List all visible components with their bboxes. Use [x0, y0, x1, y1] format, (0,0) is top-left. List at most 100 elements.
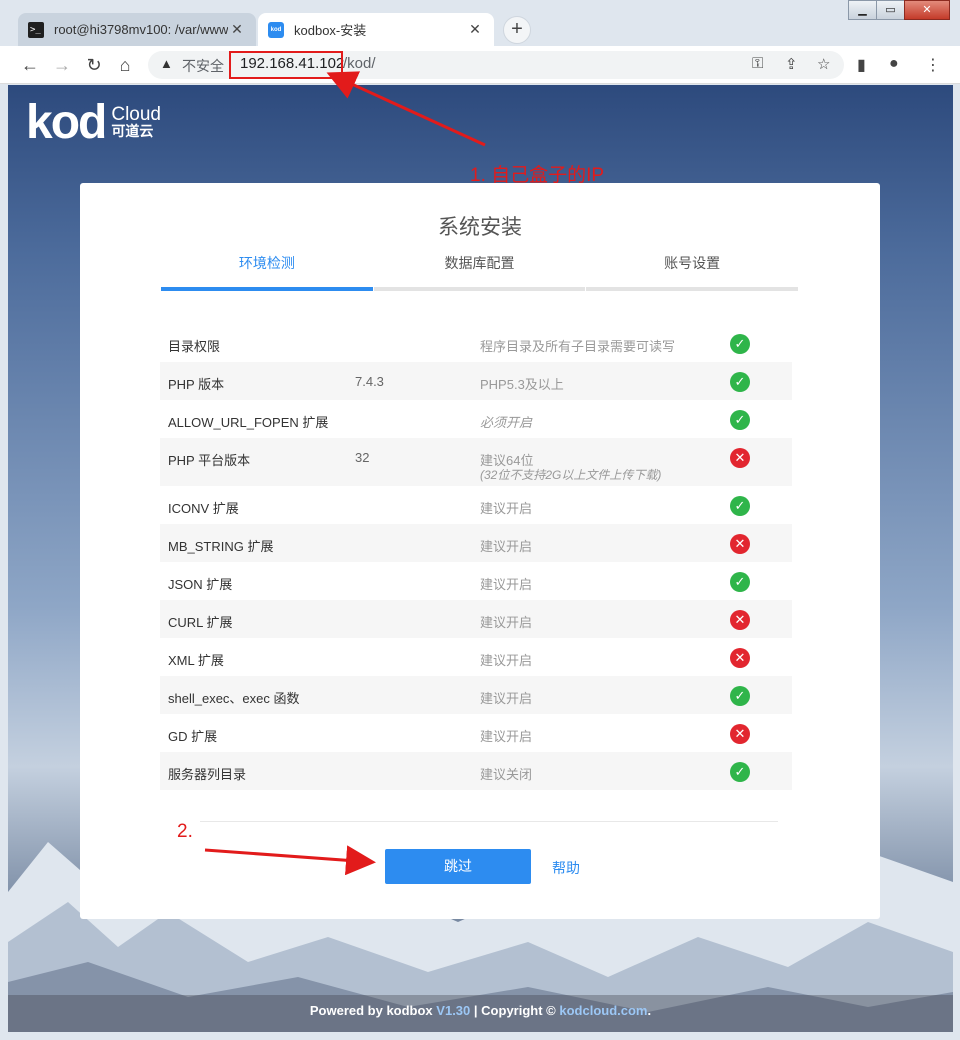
check-fail-icon: ✕ [730, 724, 750, 744]
check-name: 目录权限 [168, 339, 221, 354]
forward-arrow-icon[interactable]: → [51, 54, 73, 76]
tab-terminal[interactable]: >_ root@hi3798mv100: /var/www ✕ [18, 13, 256, 46]
check-fail-icon: ✕ [730, 610, 750, 630]
menu-kebab-icon[interactable]: ⋮ [925, 55, 941, 75]
check-name: XML 扩展 [168, 653, 224, 668]
check-requirement: 建议开启 [480, 691, 533, 706]
logo-brand: kod [26, 96, 107, 149]
check-fail-icon: ✕ [730, 448, 750, 468]
check-ok-icon: ✓ [730, 572, 750, 592]
check-ok-icon: ✓ [730, 410, 750, 430]
security-label[interactable]: 不安全 [182, 56, 224, 76]
footer-powered: Powered by kodbox [309, 1003, 433, 1018]
install-steps: 环境检测 数据库配置 账号设置 [161, 253, 799, 291]
check-name: shell_exec、exec 函数 [168, 691, 300, 706]
footer-separator: | [473, 1003, 478, 1018]
check-requirement: 建议开启 [480, 729, 533, 744]
tab-kodbox-install[interactable]: kod kodbox-安装 ✕ [258, 13, 494, 46]
install-card: 系统安装 环境检测 数据库配置 账号设置 目录权限 程序目录及所有子目录需要可读写… [80, 183, 880, 919]
check-row: PHP 平台版本 32 建议64位 (32位不支持2G以上文件上传下载) ✕ [160, 438, 792, 486]
back-arrow-icon[interactable]: ← [19, 54, 41, 76]
close-window-button[interactable]: ✕ [904, 0, 950, 20]
close-tab-icon[interactable]: ✕ [466, 21, 484, 38]
check-row: PHP 版本 7.4.3 PHP5.3及以上 ✓ [160, 362, 792, 400]
check-row: MB_STRING 扩展 建议开启 ✕ [160, 524, 792, 562]
kodbox-favicon-icon: kod [268, 21, 284, 38]
check-note: (32位不支持2G以上文件上传下载) [480, 468, 662, 482]
divider [200, 821, 778, 822]
check-name: CURL 扩展 [168, 615, 233, 630]
check-ok-icon: ✓ [730, 496, 750, 516]
check-requirement: 建议开启 [480, 577, 533, 592]
terminal-icon: >_ [28, 21, 44, 38]
annotation-note-2: 2. [177, 821, 193, 842]
check-requirement: 建议开启 [480, 653, 533, 668]
check-requirement: PHP5.3及以上 [480, 377, 564, 392]
check-requirement: 建议开启 [480, 539, 533, 554]
annotation-note-1: 1. 自己盒子的IP [470, 165, 605, 186]
check-name: ALLOW_URL_FOPEN 扩展 [168, 415, 329, 430]
footer-version[interactable]: V1.30 [436, 1003, 470, 1018]
footer-end: . [647, 1003, 652, 1018]
check-row: shell_exec、exec 函数 建议开启 ✓ [160, 676, 792, 714]
close-tab-icon[interactable]: ✕ [228, 21, 246, 38]
check-name: PHP 平台版本 [168, 453, 251, 468]
logo-cloud: Cloud [111, 104, 161, 125]
warning-triangle-icon[interactable]: ▲ [160, 56, 173, 71]
browser-titlebar: >_ root@hi3798mv100: /var/www ✕ kod kodb… [0, 0, 960, 46]
bookmark-star-icon[interactable]: ☆ [817, 55, 830, 73]
step-account-settings[interactable]: 账号设置 [586, 253, 799, 291]
footer-copyright: Copyright © [481, 1003, 556, 1018]
check-name: PHP 版本 [168, 377, 225, 392]
annotation-ip-highlight [229, 51, 343, 79]
check-name: MB_STRING 扩展 [168, 539, 274, 554]
step-environment-check[interactable]: 环境检测 [161, 253, 373, 291]
page-title: 系统安装 [438, 216, 522, 239]
logo-cn: 可道云 [111, 123, 154, 139]
check-requirement: 建议开启 [480, 615, 533, 630]
page-footer: Powered by kodbox V1.30 | Copyright © ko… [8, 995, 953, 1032]
check-ok-icon: ✓ [730, 686, 750, 706]
share-icon[interactable]: ⇪ [785, 55, 798, 73]
check-value: 32 [355, 450, 370, 465]
check-row: 服务器列目录 建议关闭 ✓ [160, 752, 792, 790]
check-ok-icon: ✓ [730, 372, 750, 392]
check-fail-icon: ✕ [730, 534, 750, 554]
environment-check-list: 目录权限 程序目录及所有子目录需要可读写 ✓ PHP 版本 7.4.3 PHP5.3及以上… [160, 324, 792, 790]
check-row: ICONV 扩展 建议开启 ✓ [160, 486, 792, 524]
check-row: GD 扩展 建议开启 ✕ [160, 714, 792, 752]
tab-title: kodbox-安装 [294, 23, 367, 38]
check-row: JSON 扩展 建议开启 ✓ [160, 562, 792, 600]
window-controls: ▁ ▭ ✕ [848, 0, 950, 20]
profile-avatar-icon[interactable]: ● [889, 55, 899, 73]
side-panel-icon[interactable]: ▮ [857, 55, 866, 75]
check-value: 7.4.3 [355, 374, 384, 389]
home-icon[interactable]: ⌂ [114, 54, 136, 76]
reload-icon[interactable]: ↻ [83, 54, 105, 76]
tab-title: root@hi3798mv100: /var/www [54, 22, 228, 37]
check-requirement: 必须开启 [480, 415, 533, 430]
check-requirement: 程序目录及所有子目录需要可读写 [480, 339, 676, 354]
key-icon[interactable]: ⚿ [752, 55, 763, 72]
minimize-button[interactable]: ▁ [848, 0, 877, 20]
footer-site-link[interactable]: kodcloud.com [559, 1003, 647, 1018]
url-path[interactable]: /kod/ [343, 55, 376, 72]
check-row: CURL 扩展 建议开启 ✕ [160, 600, 792, 638]
check-row: 目录权限 程序目录及所有子目录需要可读写 ✓ [160, 324, 792, 362]
help-link[interactable]: 帮助 [552, 858, 580, 878]
check-row: XML 扩展 建议开启 ✕ [160, 638, 792, 676]
check-requirement: 建议关闭 [480, 767, 533, 782]
check-name: JSON 扩展 [168, 577, 233, 592]
step-database-config[interactable]: 数据库配置 [373, 253, 586, 291]
kodcloud-logo: kod Cloud 可道云 [26, 99, 161, 147]
maximize-button[interactable]: ▭ [876, 0, 905, 20]
check-fail-icon: ✕ [730, 648, 750, 668]
check-ok-icon: ✓ [730, 334, 750, 354]
page-viewport: kod Cloud 可道云 系统安装 环境检测 数据库配置 账号设置 目录权限 程… [8, 85, 953, 1032]
check-ok-icon: ✓ [730, 762, 750, 782]
check-requirement: 建议开启 [480, 501, 533, 516]
check-row: ALLOW_URL_FOPEN 扩展 必须开启 ✓ [160, 400, 792, 438]
skip-button[interactable]: 跳过 [385, 849, 531, 884]
new-tab-button[interactable]: + [503, 16, 531, 44]
check-name: GD 扩展 [168, 729, 218, 744]
